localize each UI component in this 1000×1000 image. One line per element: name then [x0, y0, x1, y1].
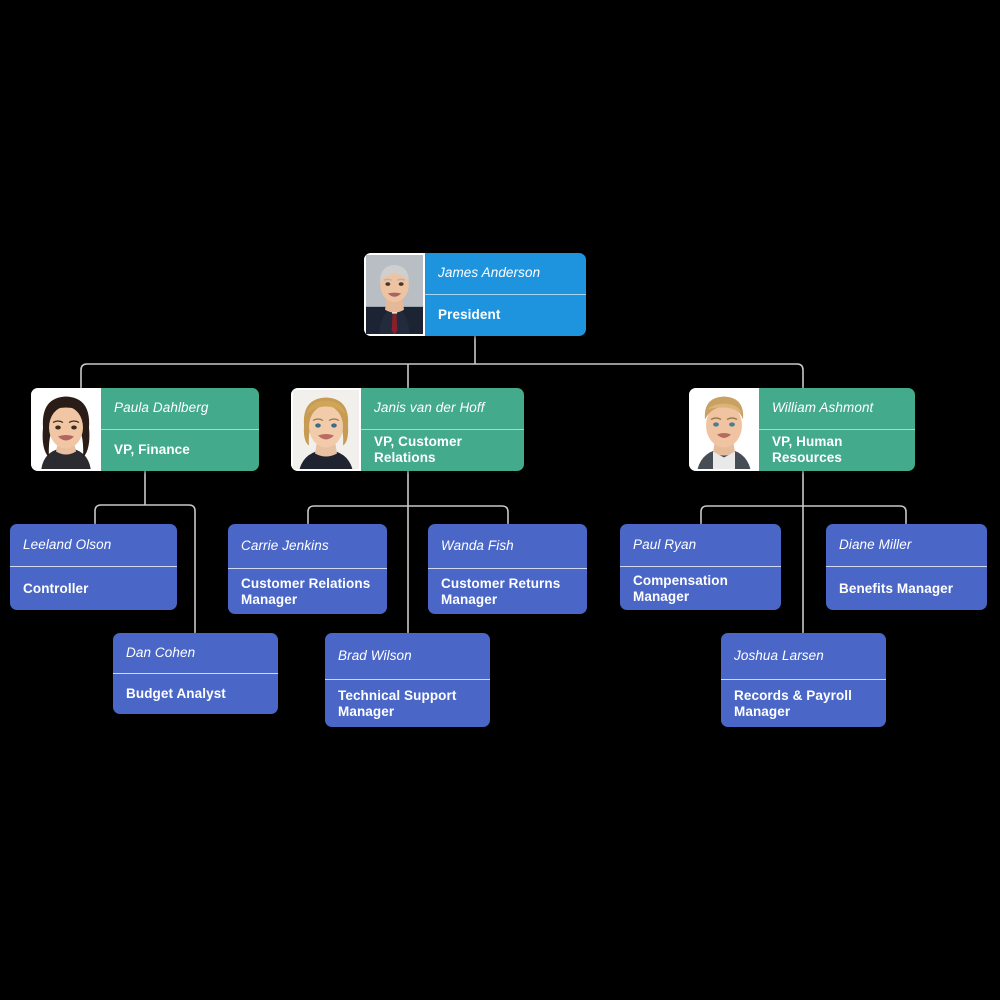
node-title: President	[438, 307, 501, 323]
node-text: Dan Cohen Budget Analyst	[113, 633, 278, 714]
edge-janis-bus	[307, 505, 509, 524]
portrait-blonde-woman-icon	[293, 390, 359, 469]
node-name: Paula Dahlberg	[101, 388, 259, 430]
node-text: James Anderson President	[425, 253, 586, 336]
node-leeland-olson[interactable]: Leeland Olson Controller	[10, 524, 177, 610]
node-name: Dan Cohen	[113, 633, 278, 674]
node-name: Janis van der Hoff	[361, 388, 524, 430]
node-brad-wilson[interactable]: Brad Wilson Technical Support Manager	[325, 633, 490, 727]
node-name: Leeland Olson	[10, 524, 177, 567]
node-title: Records & Payroll Manager	[734, 687, 852, 719]
node-paul-ryan[interactable]: Paul Ryan Compensation Manager	[620, 524, 781, 610]
node-title: Compensation Manager	[633, 572, 728, 604]
node-diane-miller[interactable]: Diane Miller Benefits Manager	[826, 524, 987, 610]
node-title: Customer Returns Manager	[441, 575, 561, 607]
avatar	[364, 253, 425, 336]
node-title: Technical Support Manager	[338, 687, 457, 719]
node-joshua-larsen[interactable]: Joshua Larsen Records & Payroll Manager	[721, 633, 886, 727]
avatar	[291, 388, 361, 471]
node-james-anderson[interactable]: James Anderson President	[364, 253, 586, 336]
node-text: Leeland Olson Controller	[10, 524, 177, 610]
node-name: William Ashmont	[759, 388, 915, 430]
portrait-young-man-blond-icon	[691, 390, 757, 469]
node-name: Wanda Fish	[428, 524, 587, 569]
node-dan-cohen[interactable]: Dan Cohen Budget Analyst	[113, 633, 278, 714]
node-text: Janis van der Hoff VP, Customer Relation…	[361, 388, 524, 471]
node-text: William Ashmont VP, Human Resources	[759, 388, 915, 471]
edge-william-bus	[700, 505, 907, 524]
node-title: Customer Relations Manager	[241, 575, 371, 607]
node-text: Carrie Jenkins Customer Relations Manage…	[228, 524, 387, 614]
avatar	[31, 388, 101, 471]
node-text: Wanda Fish Customer Returns Manager	[428, 524, 587, 614]
node-text: Diane Miller Benefits Manager	[826, 524, 987, 610]
node-title: VP, Customer Relations	[374, 434, 462, 466]
node-name: Carrie Jenkins	[228, 524, 387, 569]
node-title: Controller	[23, 580, 89, 596]
node-text: Paul Ryan Compensation Manager	[620, 524, 781, 610]
node-paula-dahlberg[interactable]: Paula Dahlberg VP, Finance	[31, 388, 259, 471]
node-text: Joshua Larsen Records & Payroll Manager	[721, 633, 886, 727]
node-name: James Anderson	[425, 253, 586, 295]
node-janis-van-der-hoff[interactable]: Janis van der Hoff VP, Customer Relation…	[291, 388, 524, 471]
org-chart-canvas: James Anderson President Paula Dahlberg …	[0, 0, 1000, 1000]
node-name: Joshua Larsen	[721, 633, 886, 680]
node-title: VP, Finance	[114, 442, 190, 458]
node-name: Brad Wilson	[325, 633, 490, 680]
node-title: VP, Human Resources	[772, 434, 843, 466]
node-wanda-fish[interactable]: Wanda Fish Customer Returns Manager	[428, 524, 587, 614]
node-text: Brad Wilson Technical Support Manager	[325, 633, 490, 727]
portrait-older-man-suit-icon	[366, 255, 423, 334]
avatar	[689, 388, 759, 471]
node-title: Budget Analyst	[126, 685, 226, 701]
node-name: Paul Ryan	[620, 524, 781, 567]
node-text: Paula Dahlberg VP, Finance	[101, 388, 259, 471]
portrait-woman-dark-hair-icon	[33, 390, 99, 469]
node-name: Diane Miller	[826, 524, 987, 567]
node-title: Benefits Manager	[839, 580, 954, 596]
connector-lines	[80, 336, 907, 633]
node-carrie-jenkins[interactable]: Carrie Jenkins Customer Relations Manage…	[228, 524, 387, 614]
node-william-ashmont[interactable]: William Ashmont VP, Human Resources	[689, 388, 915, 471]
edge-president-bus	[80, 363, 804, 388]
